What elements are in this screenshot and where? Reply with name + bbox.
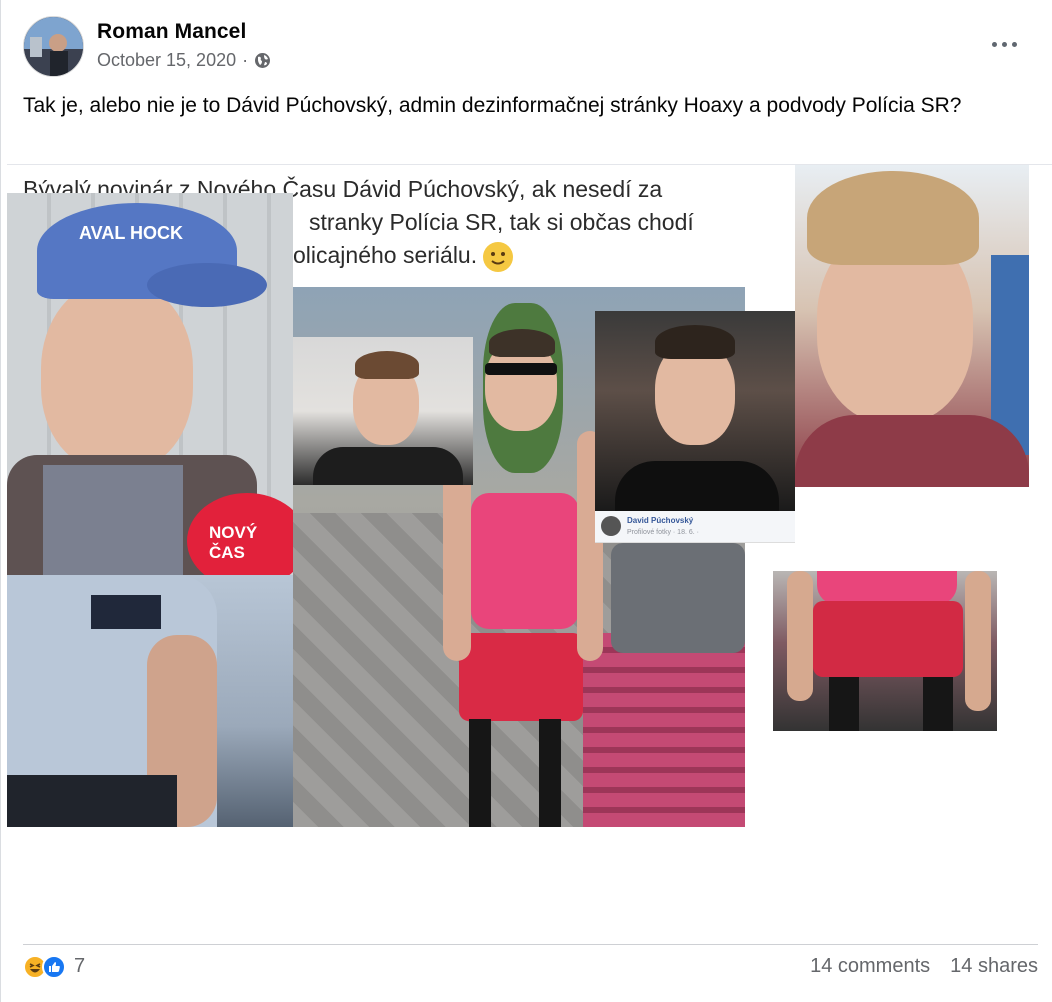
like-icon — [42, 954, 66, 979]
post-footer: 7 14 comments 14 shares — [23, 944, 1038, 988]
pink-corset — [471, 493, 579, 629]
photo-crop-detail — [773, 571, 997, 731]
hair — [355, 351, 419, 379]
reaction-summary[interactable]: 7 — [23, 954, 86, 979]
hair — [489, 329, 555, 357]
post-caption: Tak je, alebo nie je to Dávid Púchovský,… — [23, 94, 962, 117]
shirt — [795, 415, 1029, 487]
stocking-left — [829, 677, 859, 731]
mini-avatar — [601, 516, 621, 536]
police-badge — [91, 595, 161, 629]
post-meta: October 15, 2020 · — [97, 50, 271, 71]
microphone-label: NOVÝ ČAS — [209, 523, 258, 562]
glasses — [485, 363, 557, 375]
meta-separator: · — [242, 50, 249, 70]
photo-cap-interview: AVAL HOCK NOVÝ ČAS — [7, 193, 293, 577]
cap-text: AVAL HOCK — [79, 223, 184, 243]
face — [41, 281, 193, 471]
more-options-icon[interactable] — [984, 26, 1024, 62]
profile-name: David Púchovský — [627, 516, 694, 525]
engagement-stats: 14 comments 14 shares — [810, 955, 1038, 978]
photo-police — [7, 575, 293, 827]
facebook-post: Roman Mancel October 15, 2020 · Tak je, … — [0, 0, 1052, 1002]
profile-photo-strip: David Púchovský Profilové fotky · 18. 6.… — [595, 511, 795, 543]
black-tshirt — [615, 461, 779, 511]
post-date[interactable]: October 15, 2020 — [97, 50, 236, 71]
tshirt — [43, 465, 183, 577]
blond-hair — [807, 171, 979, 265]
reaction-count: 7 — [74, 955, 86, 977]
red-shorts — [459, 633, 583, 721]
hair — [655, 325, 735, 359]
globe-icon[interactable] — [254, 52, 271, 69]
post-image[interactable]: Bývalý novinár z Nového Času Dávid Púcho… — [7, 164, 1052, 936]
photo-suit — [293, 337, 473, 485]
shrub — [611, 543, 745, 653]
arm-left — [787, 571, 813, 701]
red-shorts — [813, 601, 963, 677]
comments-count-link[interactable]: 14 comments — [810, 955, 930, 978]
arm-right — [965, 571, 991, 711]
stocking-right — [539, 719, 561, 827]
stocking-left — [469, 719, 491, 827]
cap-brim — [147, 263, 267, 307]
stocking-right — [923, 677, 953, 731]
pink-corset — [817, 571, 957, 605]
profile-subtitle: Profilové fotky · 18. 6. · — [627, 529, 699, 536]
author-avatar[interactable] — [23, 16, 84, 77]
author-name[interactable]: Roman Mancel — [97, 20, 246, 44]
belt — [7, 775, 177, 827]
pink-bench — [583, 633, 745, 827]
suit — [313, 447, 463, 485]
collage-text-fragment: olicajného seriálu. — [293, 242, 478, 268]
shares-count-link[interactable]: 14 shares — [950, 955, 1038, 978]
avatar-photo — [24, 17, 83, 76]
photo-black-shirt — [595, 311, 795, 511]
photo-blond-portrait — [795, 165, 1029, 487]
slightly-smiling-face-icon — [483, 241, 514, 272]
post-header: Roman Mancel October 15, 2020 · — [23, 16, 1038, 78]
